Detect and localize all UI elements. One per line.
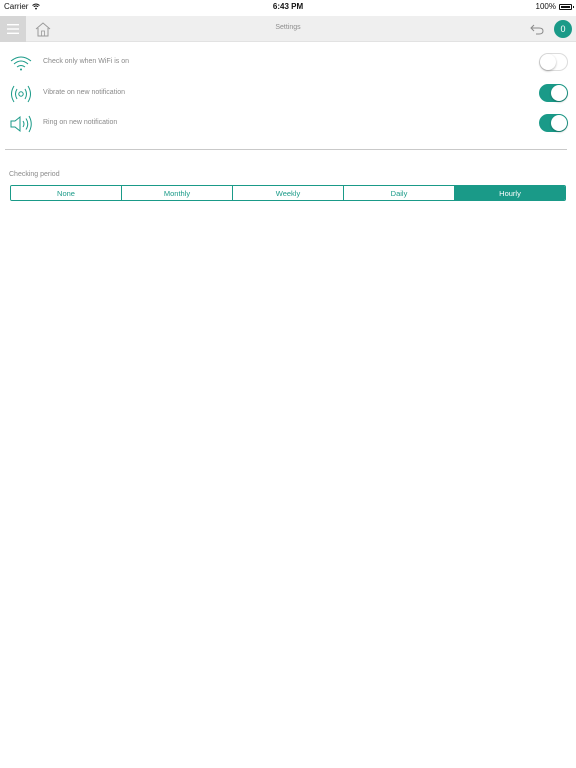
setting-row-ring: Ring on new notification xyxy=(0,109,576,139)
setting-row-vibrate: Vibrate on new notification xyxy=(0,79,576,109)
back-button[interactable] xyxy=(529,21,545,37)
checking-period-label: Checking period xyxy=(9,171,60,178)
period-option-daily[interactable]: Daily xyxy=(344,186,455,200)
vibrate-toggle[interactable] xyxy=(539,84,568,102)
battery-percent: 100% xyxy=(535,2,556,11)
period-option-hourly[interactable]: Hourly xyxy=(455,186,565,200)
ring-toggle[interactable] xyxy=(539,114,568,132)
checking-period-selector: None Monthly Weekly Daily Hourly xyxy=(10,185,566,201)
page-title: Settings xyxy=(275,24,301,31)
wifi-only-toggle[interactable] xyxy=(539,53,568,71)
home-button[interactable] xyxy=(33,19,53,39)
vibrate-icon xyxy=(9,83,33,105)
setting-label-ring: Ring on new notification xyxy=(43,119,118,126)
hamburger-icon xyxy=(7,24,19,34)
notification-count-badge[interactable]: 0 xyxy=(554,20,572,38)
period-option-none[interactable]: None xyxy=(11,186,122,200)
status-time: 6:43 PM xyxy=(272,2,304,11)
setting-label-vibrate: Vibrate on new notification xyxy=(43,89,125,96)
status-battery: 100% xyxy=(535,2,574,11)
section-divider xyxy=(5,149,567,150)
nav-bar: Settings 0 xyxy=(0,16,576,42)
period-option-weekly[interactable]: Weekly xyxy=(233,186,344,200)
setting-label-wifi: Check only when WiFi is on xyxy=(43,58,129,65)
home-icon xyxy=(35,21,51,36)
wifi-icon xyxy=(9,52,33,74)
menu-button[interactable] xyxy=(0,16,26,42)
undo-icon xyxy=(530,24,544,35)
status-bar: Carrier 6:43 PM 100% xyxy=(0,0,576,13)
battery-icon xyxy=(559,3,574,10)
setting-row-wifi: Check only when WiFi is on xyxy=(0,48,576,78)
speaker-icon xyxy=(9,113,33,135)
period-option-monthly[interactable]: Monthly xyxy=(122,186,233,200)
